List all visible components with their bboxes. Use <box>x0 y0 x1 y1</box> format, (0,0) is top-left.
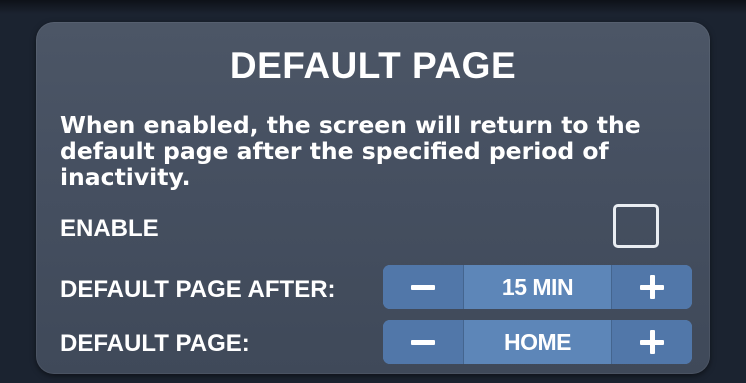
plus-icon <box>640 275 664 299</box>
settings-panel: DEFAULT PAGE When enabled, the screen wi… <box>36 22 710 374</box>
minus-icon <box>411 284 435 290</box>
enable-label: ENABLE <box>60 215 159 242</box>
page-title: DEFAULT PAGE <box>229 45 517 86</box>
default-page-after-increment-button[interactable] <box>611 265 692 309</box>
description-text: When enabled, the screen will return to … <box>60 111 641 191</box>
screen-bezel <box>0 0 746 14</box>
default-page-decrement-button[interactable] <box>383 320 464 364</box>
enable-checkbox[interactable] <box>613 204 659 248</box>
default-page-value: HOME <box>504 328 572 355</box>
default-page-stepper: HOME <box>383 320 692 364</box>
default-page-after-stepper: 15 MIN <box>383 265 692 309</box>
default-page-after-label: DEFAULT PAGE AFTER: <box>60 276 336 303</box>
minus-icon <box>411 339 435 345</box>
plus-icon <box>640 330 664 354</box>
default-page-after-decrement-button[interactable] <box>383 265 464 309</box>
default-page-after-value: 15 MIN <box>501 273 574 300</box>
default-page-increment-button[interactable] <box>611 320 692 364</box>
default-page-label: DEFAULT PAGE: <box>60 330 250 357</box>
